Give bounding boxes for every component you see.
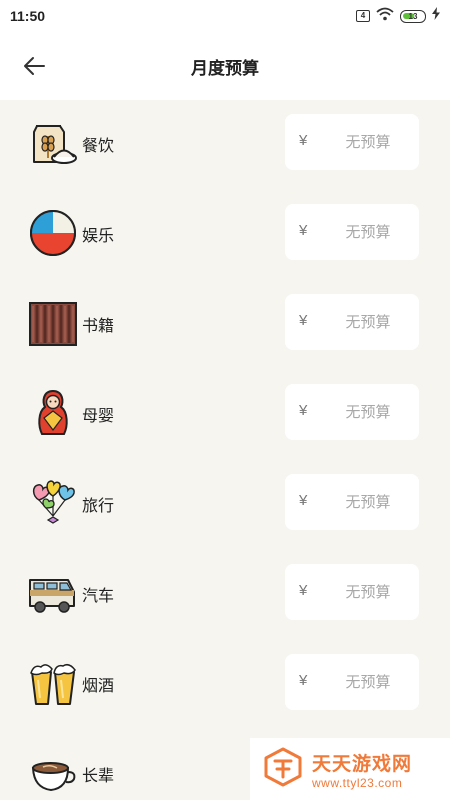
matryoshka-doll-icon xyxy=(28,388,78,438)
budget-row-maternal-baby: 母婴 ¥ xyxy=(0,370,450,460)
budget-row-entertainment: 娱乐 ¥ xyxy=(0,190,450,280)
budget-input[interactable] xyxy=(325,394,411,430)
back-button[interactable] xyxy=(18,52,50,80)
budget-row-books: 书籍 ¥ xyxy=(0,280,450,370)
watermark: 天天游戏网 www.ttyl23.com xyxy=(250,738,450,800)
budget-input[interactable] xyxy=(325,214,411,250)
category-label: 书籍 xyxy=(82,318,115,335)
budget-input[interactable] xyxy=(325,664,411,700)
charging-icon xyxy=(432,7,440,25)
yen-symbol: ¥ xyxy=(299,492,308,509)
beer-glasses-icon xyxy=(28,658,78,708)
budget-input[interactable] xyxy=(325,304,411,340)
sim-icon: 4 xyxy=(356,10,370,22)
category-label: 旅行 xyxy=(82,498,115,515)
battery-level: 13 xyxy=(408,11,418,21)
yen-symbol: ¥ xyxy=(299,672,308,689)
status-icons: 4 13 xyxy=(356,7,440,26)
category-label: 餐饮 xyxy=(82,138,115,155)
page-title: 月度预算 xyxy=(191,58,259,78)
watermark-url: www.ttyl23.com xyxy=(312,775,403,790)
budget-field: ¥ xyxy=(285,474,419,530)
wifi-icon xyxy=(376,7,394,26)
budget-row-tobacco-alcohol: 烟酒 ¥ xyxy=(0,640,450,730)
balloons-icon xyxy=(28,478,78,528)
books-icon xyxy=(28,298,78,348)
budget-field: ¥ xyxy=(285,564,419,620)
budget-field: ¥ xyxy=(285,114,419,170)
flour-bag-icon xyxy=(28,118,78,168)
category-label: 长辈 xyxy=(82,768,115,785)
camper-van-icon xyxy=(28,568,78,618)
budget-field: ¥ xyxy=(285,654,419,710)
coffee-cup-icon xyxy=(28,748,78,798)
status-bar: 11:50 4 13 xyxy=(0,0,450,32)
budget-input[interactable] xyxy=(325,124,411,160)
app-header: 月度预算 xyxy=(0,32,450,100)
yen-symbol: ¥ xyxy=(299,312,308,329)
budget-row-car: 汽车 ¥ xyxy=(0,550,450,640)
budget-field: ¥ xyxy=(285,384,419,440)
arrow-left-icon xyxy=(24,57,45,75)
yen-symbol: ¥ xyxy=(299,222,308,239)
budget-field: ¥ xyxy=(285,294,419,350)
status-time: 11:50 xyxy=(10,8,46,24)
budget-row-travel: 旅行 ¥ xyxy=(0,460,450,550)
yen-symbol: ¥ xyxy=(299,402,308,419)
budget-input[interactable] xyxy=(325,484,411,520)
beach-ball-icon xyxy=(28,208,78,258)
budget-row-dining: 餐饮 ¥ xyxy=(0,100,450,190)
watermark-logo xyxy=(264,747,302,792)
watermark-title: 天天游戏网 xyxy=(312,753,413,775)
category-label: 娱乐 xyxy=(82,228,115,245)
watermark-texts: 天天游戏网 www.ttyl23.com xyxy=(312,749,412,790)
category-label: 汽车 xyxy=(82,588,115,605)
category-label: 母婴 xyxy=(82,408,115,425)
yen-symbol: ¥ xyxy=(299,132,308,149)
battery-icon: 13 xyxy=(400,9,426,23)
budget-field: ¥ xyxy=(285,204,419,260)
yen-symbol: ¥ xyxy=(299,582,308,599)
category-label: 烟酒 xyxy=(82,678,115,695)
budget-input[interactable] xyxy=(325,574,411,610)
